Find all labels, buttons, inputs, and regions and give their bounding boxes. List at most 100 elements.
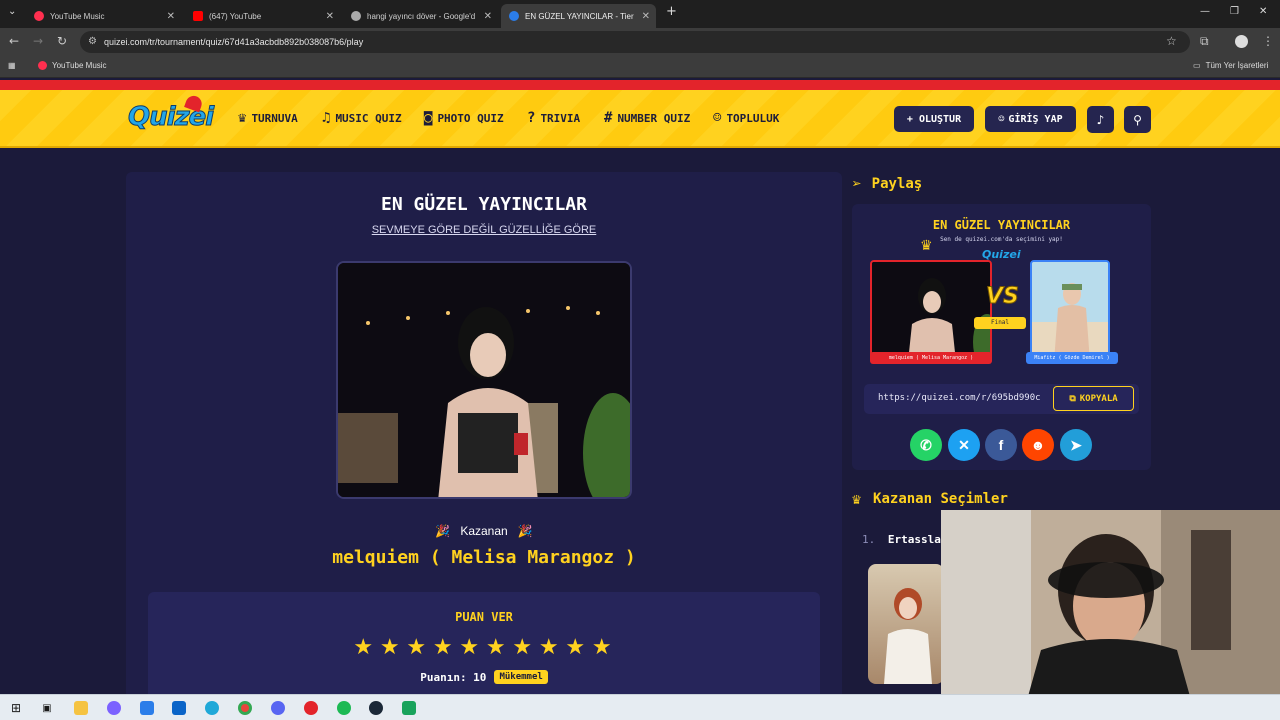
back-icon[interactable]: ← — [9, 34, 19, 48]
url-text: quizei.com/tr/tournament/quiz/67d41a3acb… — [104, 37, 364, 47]
winner-rank-row[interactable]: 1. Ertassla — [862, 533, 941, 546]
star-3[interactable]: ★ — [403, 634, 430, 662]
nav-turnuva[interactable]: ♛ TURNUVA — [238, 110, 298, 126]
outlook-icon[interactable] — [172, 701, 186, 715]
reddit-icon[interactable]: ☻ — [1022, 429, 1054, 461]
copilot-icon[interactable] — [107, 701, 121, 715]
tab-youtube[interactable]: (647) YouTube ✕ — [185, 4, 340, 28]
star-6[interactable]: ★ — [483, 634, 510, 662]
rank-name: Ertassla — [887, 533, 941, 546]
youtube-music-icon — [34, 11, 44, 21]
copy-icon: ⧉ — [1069, 393, 1076, 404]
nav-music-quiz[interactable]: ♫ MUSIC QUIZ — [322, 110, 402, 126]
whatsapp-icon[interactable]: ✆ — [910, 429, 942, 461]
facebook-icon[interactable]: f — [985, 429, 1017, 461]
nav-label: PHOTO QUIZ — [437, 111, 504, 125]
quizei-favicon-icon — [509, 11, 519, 21]
google-icon — [351, 11, 361, 21]
nav-label: MUSIC QUIZ — [335, 111, 402, 125]
camera-icon: ◙ — [424, 110, 433, 126]
close-tab-icon[interactable]: ✕ — [167, 11, 175, 22]
bookmark-star-icon[interactable]: ☆ — [1166, 34, 1177, 48]
steam-icon[interactable] — [369, 701, 383, 715]
site-logo[interactable]: Quizei — [127, 93, 215, 133]
share-link-text[interactable]: https://quizei.com/r/695bd990c — [878, 393, 1048, 403]
trophy-icon: ♛ — [238, 110, 247, 126]
nav-label: TURNUVA — [251, 111, 298, 125]
close-tab-icon[interactable]: ✕ — [326, 11, 334, 22]
star-5[interactable]: ★ — [456, 634, 483, 662]
score-line: Puanın: 10 Mükemmel — [148, 670, 820, 684]
bookmark-label: YouTube Music — [52, 61, 107, 70]
star-7[interactable]: ★ — [509, 634, 536, 662]
star-1[interactable]: ★ — [350, 634, 377, 662]
quiz-subtitle[interactable]: SEVMEYE GÖRE DEĞİL GÜZELLİĞE GÖRE — [126, 224, 842, 236]
share-link-box: https://quizei.com/r/695bd990c ⧉ KOPYALA — [864, 384, 1139, 414]
restore-icon[interactable]: ❐ — [1230, 6, 1239, 17]
reload-icon[interactable]: ↻ — [57, 34, 67, 48]
edge-icon[interactable] — [205, 701, 219, 715]
login-button[interactable]: ☺ GİRİŞ YAP — [985, 106, 1076, 132]
create-button[interactable]: + OLUŞTUR — [894, 106, 974, 132]
tab-youtube-music[interactable]: YouTube Music ✕ — [26, 4, 181, 28]
site-info-icon[interactable]: ⚙ — [88, 36, 97, 47]
youtube-icon — [193, 11, 203, 21]
bell-icon[interactable]: ♪ — [1087, 106, 1114, 133]
create-label: + OLUŞTUR — [906, 113, 962, 125]
windows-start-icon[interactable]: ⊞ — [9, 701, 23, 715]
x-twitter-icon[interactable]: ✕ — [948, 429, 980, 461]
search-icon[interactable]: ⚲ — [1124, 106, 1151, 133]
bookmark-youtube-music[interactable]: YouTube Music — [38, 61, 107, 70]
store-icon[interactable] — [140, 701, 154, 715]
tab-quizei[interactable]: EN GÜZEL YAYINCILAR - Tier Li ✕ — [501, 4, 656, 28]
extensions-icon[interactable]: ⧉ — [1200, 34, 1209, 49]
tab-search-icon[interactable]: ⌄ — [8, 6, 16, 17]
star-8[interactable]: ★ — [536, 634, 563, 662]
login-label: GİRİŞ YAP — [1008, 113, 1063, 125]
apps-grid-icon[interactable]: ▦ — [8, 61, 16, 70]
nav-number-quiz[interactable]: # NUMBER QUIZ — [604, 110, 690, 126]
quiz-result-card: EN GÜZEL YAYINCILAR SEVMEYE GÖRE DEĞİL G… — [126, 172, 842, 702]
copy-button[interactable]: ⧉ KOPYALA — [1053, 386, 1134, 411]
file-explorer-icon[interactable] — [74, 701, 88, 715]
webcam-graphic — [941, 510, 1280, 700]
youtube-music-icon — [38, 61, 47, 70]
close-tab-icon[interactable]: ✕ — [642, 11, 650, 22]
star-rating[interactable]: ★ ★ ★ ★ ★ ★ ★ ★ ★ ★ — [350, 634, 615, 662]
tab-google[interactable]: hangi yayıncı döver - Google'd ✕ — [343, 4, 498, 28]
close-tab-icon[interactable]: ✕ — [484, 11, 492, 22]
chrome-icon[interactable] — [238, 701, 252, 715]
close-window-icon[interactable]: ✕ — [1259, 6, 1267, 17]
new-tab-icon[interactable]: + — [666, 4, 677, 19]
winner-name: melquiem ( Melisa Marangoz ) — [332, 547, 636, 568]
winner-photo-graphic — [338, 263, 630, 497]
app-icon[interactable] — [402, 701, 416, 715]
copy-label: KOPYALA — [1079, 393, 1118, 404]
crown-icon: ♛ — [920, 238, 933, 254]
task-view-icon[interactable]: ▣ — [40, 701, 54, 715]
winner-thumbnail[interactable] — [868, 564, 944, 684]
minimize-icon[interactable]: — — [1200, 6, 1210, 17]
menu-kebab-icon[interactable]: ⋮ — [1262, 34, 1274, 48]
nav-topluluk[interactable]: ☺ TOPLULUK — [713, 110, 779, 126]
bookmarks-bar: ▦ YouTube Music ▭ Tüm Yer İşaretleri — [0, 56, 1280, 78]
all-bookmarks-label: Tüm Yer İşaretleri — [1205, 61, 1269, 70]
discord-icon[interactable] — [271, 701, 285, 715]
star-4[interactable]: ★ — [430, 634, 457, 662]
profile-avatar[interactable] — [1235, 35, 1248, 48]
forward-icon[interactable]: → — [33, 34, 43, 48]
spotify-icon[interactable] — [337, 701, 351, 715]
opera-icon[interactable] — [304, 701, 318, 715]
url-field[interactable]: ⚙ quizei.com/tr/tournament/quiz/67d41a3a… — [80, 31, 1190, 53]
star-10[interactable]: ★ — [589, 634, 616, 662]
star-2[interactable]: ★ — [377, 634, 404, 662]
folder-icon: ▭ — [1193, 61, 1201, 70]
address-bar-row: ← → ↻ ⚙ quizei.com/tr/tournament/quiz/67… — [0, 28, 1280, 56]
nav-photo-quiz[interactable]: ◙ PHOTO QUIZ — [424, 110, 504, 126]
finalist-right-tag: Miafitz ( Gözde Demirel ) — [1026, 352, 1118, 364]
winner-label: 🎉 Kazanan 🎉 — [126, 524, 842, 538]
nav-trivia[interactable]: ? TRIVIA — [527, 110, 580, 126]
telegram-icon[interactable]: ➤ — [1060, 429, 1092, 461]
all-bookmarks[interactable]: ▭ Tüm Yer İşaretleri — [1193, 61, 1268, 70]
star-9[interactable]: ★ — [562, 634, 589, 662]
